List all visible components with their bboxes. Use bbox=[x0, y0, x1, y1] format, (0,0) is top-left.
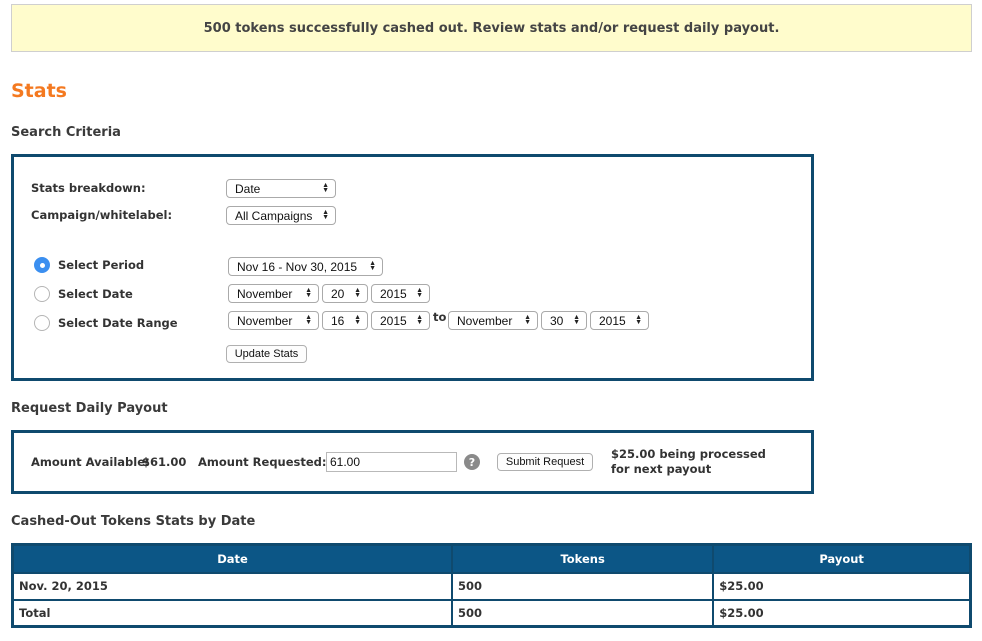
column-header-date: Date bbox=[11, 543, 454, 574]
success-notice: 500 tokens successfully cashed out. Revi… bbox=[11, 4, 972, 52]
amount-requested-label: Amount Requested: $ bbox=[198, 455, 339, 469]
cashed-out-stats-title: Cashed-Out Tokens Stats by Date bbox=[11, 514, 256, 529]
select-arrows-icon: ▲ ▼ bbox=[369, 260, 376, 272]
page-title: Stats bbox=[11, 80, 67, 102]
select-period-radio[interactable] bbox=[34, 257, 50, 273]
cell-date: Nov. 20, 2015 bbox=[11, 571, 454, 601]
amount-requested-input[interactable]: 61.00 bbox=[326, 452, 457, 472]
table-total-row: Total 500 $25.00 bbox=[11, 598, 972, 628]
period-select[interactable]: Nov 16 - Nov 30, 2015 ▲ ▼ bbox=[228, 257, 383, 276]
success-notice-text: 500 tokens successfully cashed out. Revi… bbox=[203, 20, 780, 36]
select-arrows-icon: ▲ ▼ bbox=[354, 314, 361, 326]
range-to-month-select[interactable]: November ▲ ▼ bbox=[448, 311, 538, 330]
search-criteria-panel: Stats breakdown: Date ▲ ▼ Campaign/whitel… bbox=[11, 154, 814, 381]
select-arrows-icon: ▲ ▼ bbox=[416, 314, 423, 326]
search-criteria-title: Search Criteria bbox=[11, 125, 121, 140]
campaign-select[interactable]: All Campaigns ▲ ▼ bbox=[226, 206, 336, 225]
range-to-text: to bbox=[433, 310, 447, 324]
date-day-select[interactable]: 20 ▲ ▼ bbox=[322, 284, 368, 303]
campaign-label: Campaign/whitelabel: bbox=[31, 208, 173, 222]
column-header-payout: Payout bbox=[712, 543, 972, 574]
select-arrows-icon: ▲ ▼ bbox=[416, 287, 423, 299]
select-date-range-radio[interactable] bbox=[34, 315, 50, 331]
amount-available-label: Amount Available: bbox=[31, 455, 150, 469]
column-header-tokens: Tokens bbox=[451, 543, 715, 574]
stats-breakdown-label: Stats breakdown: bbox=[31, 181, 146, 195]
select-arrows-icon: ▲ ▼ bbox=[305, 314, 312, 326]
cashed-out-stats-table: Date Tokens Payout Nov. 20, 2015 500 $25… bbox=[11, 543, 972, 628]
table-row: Nov. 20, 2015 500 $25.00 bbox=[11, 571, 972, 601]
processing-status-text: $25.00 being processed for next payout bbox=[611, 447, 766, 476]
help-icon[interactable]: ? bbox=[464, 454, 480, 470]
select-arrows-icon: ▲ ▼ bbox=[524, 314, 531, 326]
cell-payout: $25.00 bbox=[712, 571, 972, 601]
cell-total-label: Total bbox=[11, 598, 454, 628]
select-date-radio[interactable] bbox=[34, 286, 50, 302]
select-arrows-icon: ▲ ▼ bbox=[354, 287, 361, 299]
select-arrows-icon: ▲ ▼ bbox=[305, 287, 312, 299]
stats-breakdown-select[interactable]: Date ▲ ▼ bbox=[226, 179, 336, 198]
cell-tokens: 500 bbox=[451, 571, 715, 601]
cell-total-tokens: 500 bbox=[451, 598, 715, 628]
select-date-label[interactable]: Select Date bbox=[58, 287, 133, 301]
select-date-range-label[interactable]: Select Date Range bbox=[58, 316, 178, 330]
range-from-day-select[interactable]: 16 ▲ ▼ bbox=[322, 311, 368, 330]
update-stats-button[interactable]: Update Stats bbox=[226, 345, 307, 363]
select-arrows-icon: ▲ ▼ bbox=[573, 314, 580, 326]
table-header-row: Date Tokens Payout bbox=[11, 543, 972, 574]
select-arrows-icon: ▲ ▼ bbox=[322, 209, 329, 221]
range-from-year-select[interactable]: 2015 ▲ ▼ bbox=[371, 311, 430, 330]
range-to-day-select[interactable]: 30 ▲ ▼ bbox=[541, 311, 587, 330]
select-arrows-icon: ▲ ▼ bbox=[322, 182, 329, 194]
range-to-year-select[interactable]: 2015 ▲ ▼ bbox=[590, 311, 649, 330]
amount-available-value: $61.00 bbox=[142, 455, 187, 469]
request-payout-panel: Amount Available: $61.00 Amount Requeste… bbox=[11, 430, 814, 494]
request-payout-title: Request Daily Payout bbox=[11, 401, 168, 416]
cell-total-payout: $25.00 bbox=[712, 598, 972, 628]
select-arrows-icon: ▲ ▼ bbox=[635, 314, 642, 326]
select-period-label[interactable]: Select Period bbox=[58, 258, 144, 272]
range-from-month-select[interactable]: November ▲ ▼ bbox=[228, 311, 319, 330]
date-year-select[interactable]: 2015 ▲ ▼ bbox=[371, 284, 430, 303]
submit-request-button[interactable]: Submit Request bbox=[497, 453, 593, 471]
date-month-select[interactable]: November ▲ ▼ bbox=[228, 284, 319, 303]
